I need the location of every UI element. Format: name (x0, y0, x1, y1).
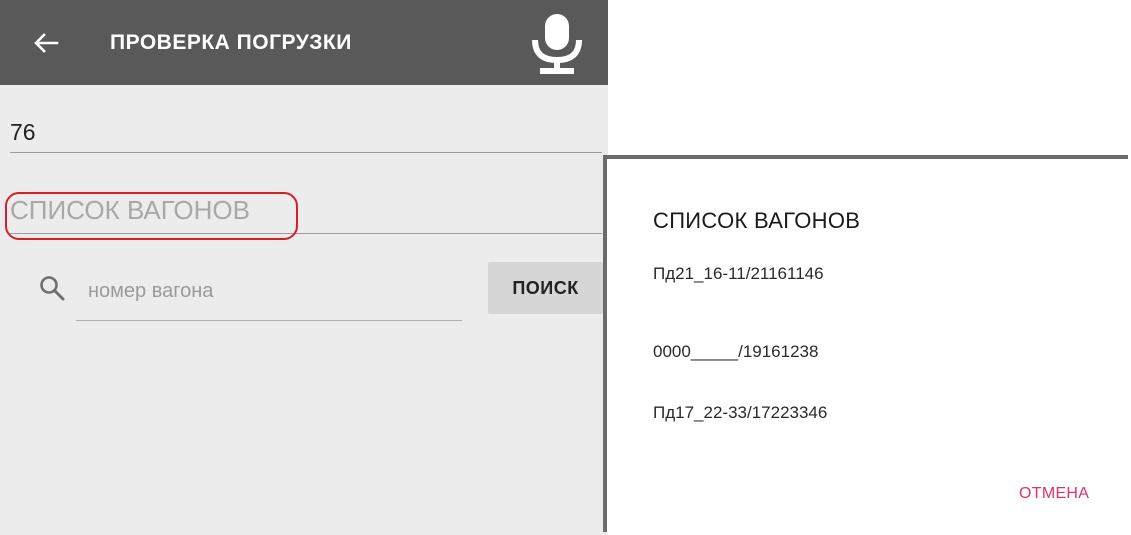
list-item[interactable]: Пд17_22-33/17223346 (653, 403, 827, 423)
app-bar: ПРОВЕРКА ПОГРУЗКИ (0, 0, 608, 85)
wagon-list-dialog: СПИСОК ВАГОНОВ Пд21_16-11/21161146 0000_… (603, 155, 1128, 532)
wagon-list-field[interactable]: СПИСОК ВАГОНОВ (10, 188, 602, 234)
search-button[interactable]: ПОИСК (488, 262, 603, 314)
microphone-icon[interactable] (527, 12, 587, 76)
search-icon (38, 274, 66, 302)
cancel-button[interactable]: ОТМЕНА (1019, 485, 1089, 503)
list-item[interactable]: Пд21_16-11/21161146 (653, 264, 824, 284)
page-title: ПРОВЕРКА ПОГРУЗКИ (110, 31, 352, 54)
number-field[interactable]: 76 (10, 112, 602, 153)
arrow-left-icon[interactable] (28, 25, 64, 61)
wagon-number-search[interactable] (76, 270, 476, 321)
search-input[interactable] (76, 272, 476, 310)
list-item[interactable]: 0000_____/19161238 (653, 342, 818, 362)
loading-check-screen: ПРОВЕРКА ПОГРУЗКИ 76 СПИСОК ВАГОНОВ ПОИС… (0, 0, 608, 535)
dialog-title: СПИСОК ВАГОНОВ (653, 208, 861, 233)
